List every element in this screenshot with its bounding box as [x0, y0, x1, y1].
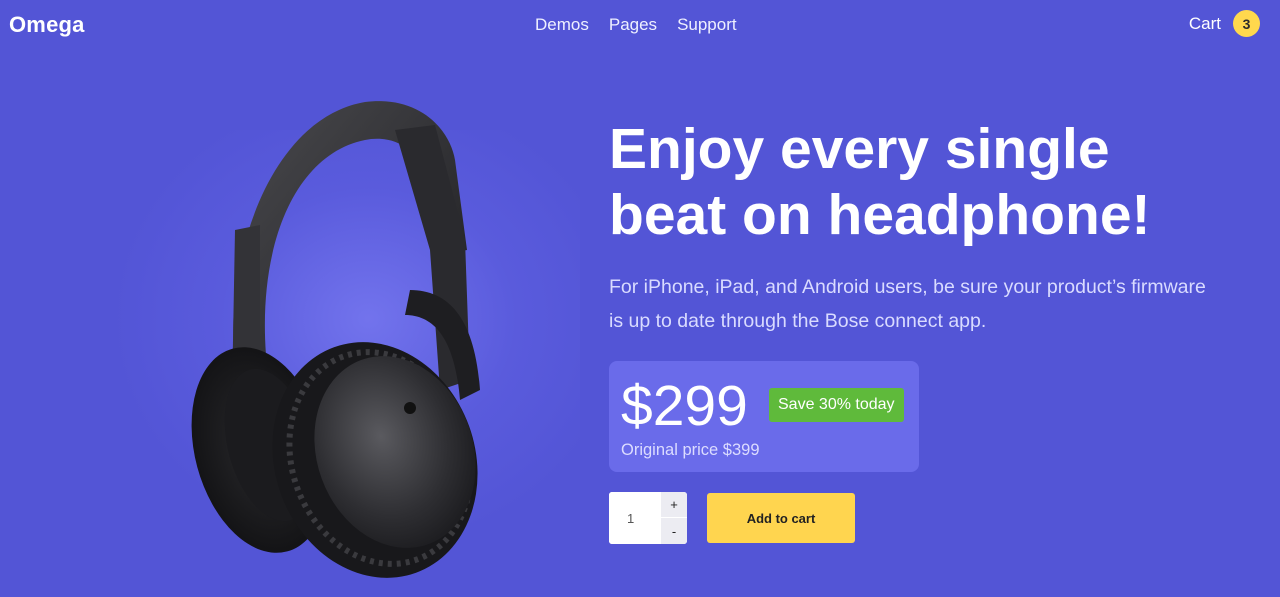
- quantity-input[interactable]: [609, 492, 661, 544]
- headphones-icon: [191, 101, 480, 578]
- original-price: Original price $399: [621, 441, 760, 459]
- nav-link-demos[interactable]: Demos: [535, 15, 589, 35]
- cart-label: Cart: [1188, 13, 1221, 33]
- current-price: $299: [621, 374, 748, 438]
- brand-logo[interactable]: Omega: [9, 12, 85, 38]
- quantity-stepper: + -: [609, 492, 687, 544]
- price-card: $299 Save 30% today Original price $399: [609, 361, 919, 472]
- headline-line-1: Enjoy every single: [609, 117, 1110, 181]
- save-badge: Save 30% today: [769, 388, 904, 422]
- top-navbar: Omega Demos Pages Support Cart 3: [0, 0, 1280, 50]
- hero-description: For iPhone, iPad, and Android users, be …: [609, 276, 1206, 332]
- nav-link-pages[interactable]: Pages: [609, 15, 657, 35]
- cart-button[interactable]: Cart 3: [1189, 10, 1260, 37]
- quantity-decrement-button[interactable]: -: [661, 518, 687, 544]
- hero-text: Enjoy every single beat on headphone! Fo…: [609, 116, 1229, 338]
- headphones-image: [110, 90, 580, 580]
- cart-count-badge: 3: [1233, 10, 1260, 37]
- hero-headline: Enjoy every single beat on headphone!: [609, 116, 1229, 248]
- add-to-cart-button[interactable]: Add to cart: [707, 493, 855, 543]
- main-nav: Demos Pages Support: [535, 15, 737, 35]
- nav-link-support[interactable]: Support: [677, 15, 737, 35]
- headline-line-2: beat on headphone!: [609, 183, 1151, 247]
- quantity-increment-button[interactable]: +: [661, 492, 687, 518]
